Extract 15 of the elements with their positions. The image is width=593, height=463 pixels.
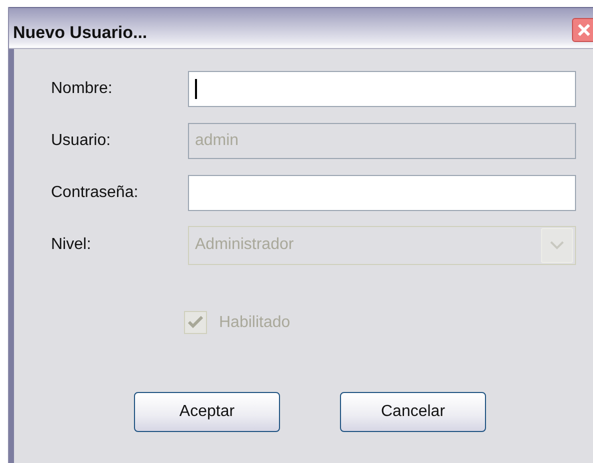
field-label: Usuario: [50, 132, 112, 150]
chevron-down-icon [550, 240, 564, 250]
dialog-button[interactable]: Cancelar [340, 392, 486, 432]
field-label: Nombre: [50, 80, 114, 98]
close-icon [577, 23, 591, 37]
field-label: Contraseña: [50, 184, 140, 202]
input-field[interactable] [188, 71, 576, 107]
close-button[interactable] [572, 18, 593, 42]
dialog-button[interactable]: Aceptar [134, 392, 280, 432]
window-title: Nuevo Usuario... [12, 23, 148, 44]
checkbox-label: Habilitado [219, 314, 290, 332]
dropdown-value: Administrador [195, 236, 294, 254]
check-icon [188, 316, 203, 329]
field-label: Nivel: [50, 236, 92, 254]
input-field[interactable] [188, 175, 576, 211]
